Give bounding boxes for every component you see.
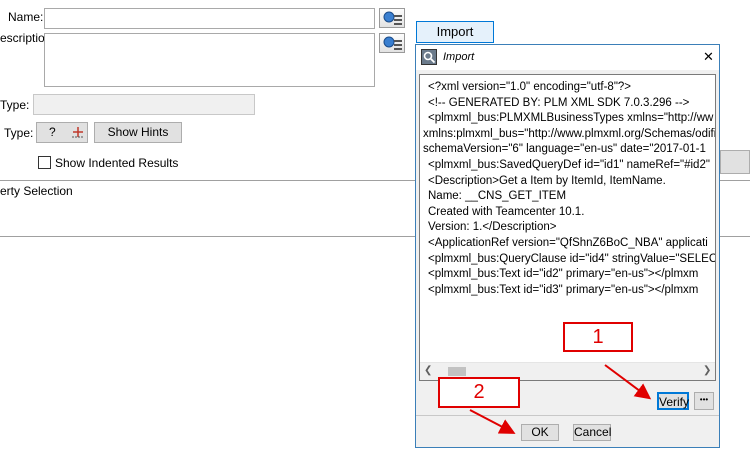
arrow-to-verify bbox=[604, 364, 652, 400]
arrow-to-ok bbox=[469, 409, 516, 434]
annotation-arrows bbox=[469, 364, 652, 434]
